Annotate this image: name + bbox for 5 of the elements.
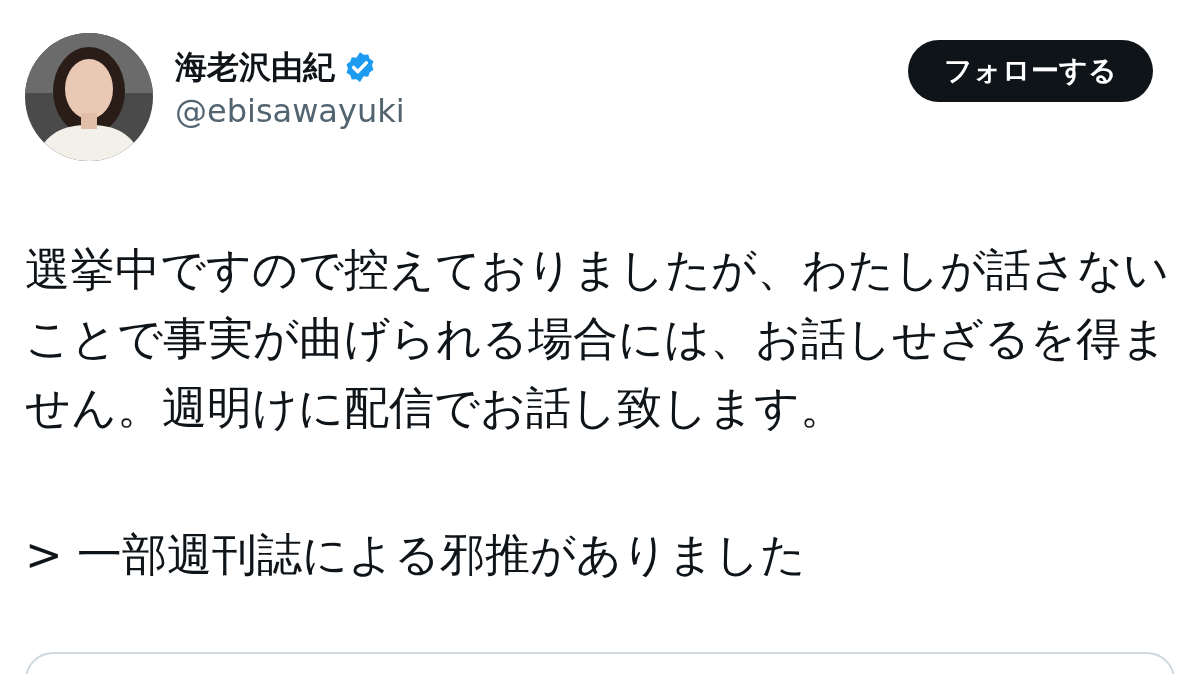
author-name: 海老沢由紀: [175, 47, 335, 87]
post-text: 選挙中ですので控えておりましたが、わたしが話さないことで事実が曲げられる場合には、お話しせざるを得ません。週明けに配信でお話し致します。: [25, 242, 1170, 436]
post-text: > 一部週刊誌による邪推がありました: [25, 527, 807, 583]
follow-button[interactable]: フォローする: [908, 40, 1153, 102]
author-handle[interactable]: @ebisawayuki: [175, 91, 405, 131]
